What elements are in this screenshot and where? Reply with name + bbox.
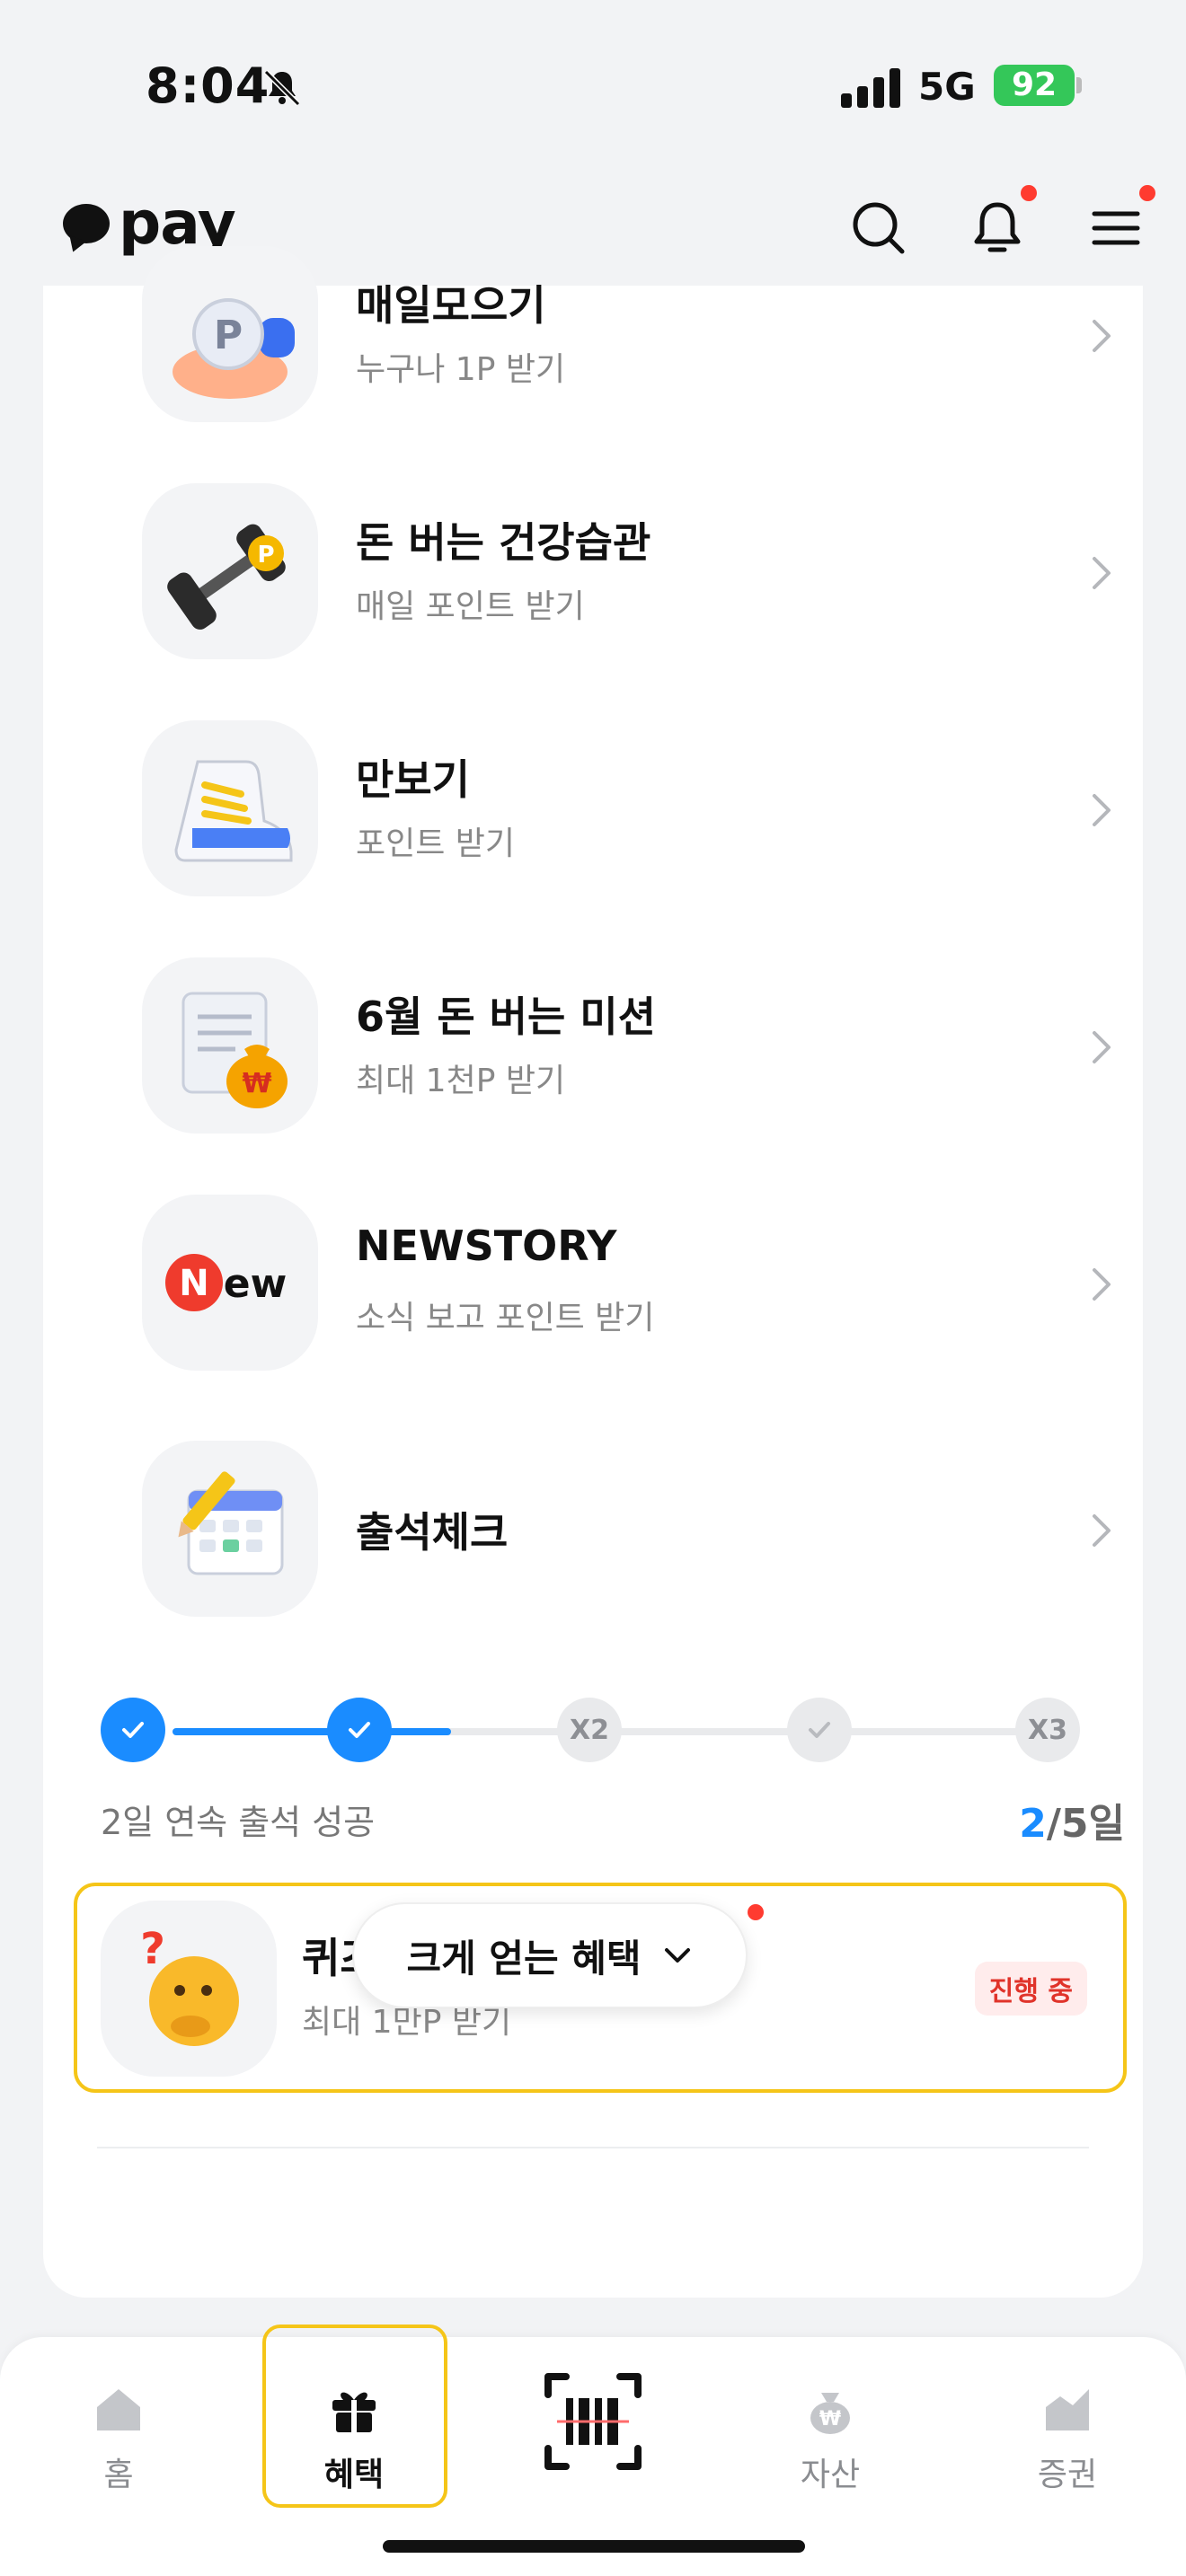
status-time: 8:04 xyxy=(146,57,270,114)
item-title: 돈 버는 건강습관 xyxy=(356,518,651,567)
new-badge-icon: N ew xyxy=(142,1195,318,1371)
svg-text:₩: ₩ xyxy=(819,2408,841,2430)
speech-bubble-icon xyxy=(63,203,110,243)
more-benefits-label: 크게 얻는 혜택 xyxy=(406,1936,642,1981)
attendance-total: 5일 xyxy=(1060,1801,1125,1847)
chart-icon xyxy=(1046,2389,1089,2430)
attendance-progress: X2 X3 2일 연속 출석 성공 2/5일 xyxy=(101,1660,1143,1847)
progress-track-filled xyxy=(173,1728,451,1735)
svg-text:P: P xyxy=(214,313,243,358)
attendance-status: 2일 연속 출석 성공 xyxy=(101,1803,376,1842)
list-item-daily-collect[interactable]: P 매일모으기 누구나 1P 받기 xyxy=(97,246,1139,426)
status-badge: 진행 중 xyxy=(974,1962,1087,2016)
item-subtitle: 누구나 1P 받기 xyxy=(356,351,566,388)
chevron-right-icon xyxy=(1093,1031,1111,1063)
money-bag-icon: ₩ xyxy=(810,2393,850,2434)
item-title: NEWSTORY xyxy=(356,1222,617,1270)
item-title: 만보기 xyxy=(356,755,470,804)
svg-text:₩: ₩ xyxy=(242,1068,271,1099)
network-type: 5G xyxy=(918,65,976,109)
silent-mode-icon xyxy=(263,69,301,107)
svg-text:ew: ew xyxy=(224,1261,288,1307)
check-icon xyxy=(349,1722,370,1738)
list-item-health-habit[interactable]: P 돈 버는 건강습관 매일 포인트 받기 xyxy=(97,483,1139,663)
day-node-3: X2 xyxy=(557,1698,622,1762)
list-item-attendance[interactable]: 출석체크 xyxy=(97,1441,1139,1620)
notification-dot xyxy=(1139,185,1155,201)
calendar-pencil-icon xyxy=(142,1441,318,1617)
tab-label: 홈 xyxy=(103,2457,134,2493)
active-tab-highlight xyxy=(262,2325,447,2508)
tab-scan-pay[interactable] xyxy=(503,2359,683,2538)
tab-stocks[interactable]: 증권 xyxy=(978,2359,1157,2538)
item-title: 매일모으기 xyxy=(356,281,546,330)
day-node-2 xyxy=(327,1698,392,1762)
dumbbell-icon: P xyxy=(142,483,318,659)
list-item-pedometer[interactable]: 만보기 포인트 받기 xyxy=(97,720,1139,900)
chevron-down-icon xyxy=(664,1948,690,1963)
svg-text:P: P xyxy=(257,542,274,569)
item-subtitle: 포인트 받기 xyxy=(356,825,516,862)
barcode-scan-icon xyxy=(544,2373,642,2470)
sneaker-icon xyxy=(142,720,318,896)
notification-dot xyxy=(748,1904,764,1920)
item-subtitle: 매일 포인트 받기 xyxy=(356,588,585,625)
attendance-current: 2 xyxy=(1019,1801,1047,1847)
chevron-right-icon xyxy=(1093,794,1111,826)
battery-indicator: 92 xyxy=(994,65,1075,106)
attendance-count: 2/5일 xyxy=(1019,1791,1125,1848)
coin-hand-icon: P xyxy=(142,246,318,422)
list-item-june-mission[interactable]: ₩ 6월 돈 버는 미션 최대 1천P 받기 xyxy=(97,957,1139,1137)
day-node-5: X3 xyxy=(1015,1698,1080,1762)
signal-icon xyxy=(841,68,900,108)
day-node-1 xyxy=(101,1698,165,1762)
tab-label: 자산 xyxy=(800,2457,861,2493)
status-bar: 8:04 5G 92 xyxy=(0,0,1186,162)
home-indicator xyxy=(383,2540,805,2553)
chevron-right-icon xyxy=(1093,1514,1111,1547)
thinking-face-icon: ? xyxy=(101,1901,277,2077)
check-icon xyxy=(809,1722,830,1738)
item-title: 6월 돈 버는 미션 xyxy=(356,992,656,1041)
chevron-right-icon xyxy=(1093,1268,1111,1301)
money-bag-scroll-icon: ₩ xyxy=(142,957,318,1134)
tab-assets[interactable]: ₩ 자산 xyxy=(740,2359,920,2538)
item-subtitle: 소식 보고 포인트 받기 xyxy=(356,1300,655,1337)
svg-text:N: N xyxy=(179,1263,208,1304)
chevron-right-icon xyxy=(1093,557,1111,589)
list-item-newstory[interactable]: N ew NEWSTORY 소식 보고 포인트 받기 xyxy=(97,1195,1139,1374)
notification-dot xyxy=(1021,185,1037,201)
item-title: 출석체크 xyxy=(356,1508,509,1557)
more-benefits-button[interactable]: 크게 얻는 혜택 xyxy=(352,1902,748,2008)
svg-text:?: ? xyxy=(140,1924,165,1974)
attendance-separator: / xyxy=(1046,1801,1061,1847)
home-icon xyxy=(97,2389,140,2430)
tab-label: 증권 xyxy=(1037,2457,1098,2493)
chevron-right-icon xyxy=(1093,320,1111,352)
divider xyxy=(97,2147,1089,2148)
battery-cap xyxy=(1076,77,1082,93)
day-node-4 xyxy=(787,1698,852,1762)
check-icon xyxy=(122,1722,144,1738)
item-subtitle: 최대 1천P 받기 xyxy=(356,1063,566,1099)
tab-home[interactable]: 홈 xyxy=(29,2359,208,2538)
